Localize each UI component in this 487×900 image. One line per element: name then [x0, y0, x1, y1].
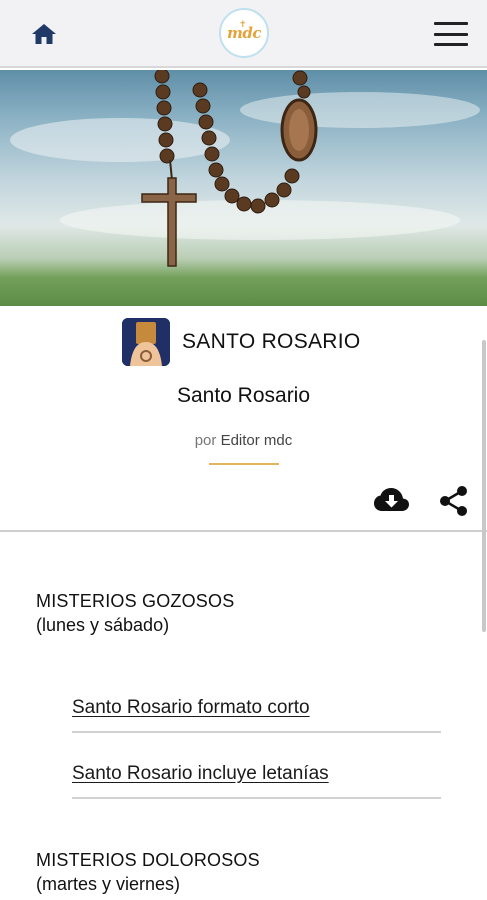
home-button[interactable]: [28, 18, 60, 50]
share-icon: [440, 486, 467, 516]
menu-line: [434, 22, 468, 25]
link-label[interactable]: Santo Rosario incluye letanías: [72, 763, 329, 785]
logo-cross-icon: ✝: [239, 19, 247, 29]
section-title-gozosos: MISTERIOS GOZOSOS: [36, 591, 235, 611]
rosary-illustration: [10, 70, 480, 267]
menu-line: [434, 32, 468, 36]
home-icon: [32, 24, 56, 44]
scrollbar[interactable]: [482, 340, 486, 632]
hero-image: [0, 70, 487, 306]
link-item[interactable]: Santo Rosario formato corto: [72, 697, 441, 733]
praying-hands-rosary-icon: [122, 318, 170, 366]
section-divider: [0, 530, 487, 532]
share-button[interactable]: [436, 484, 470, 518]
section-days-dolorosos: (martes y viernes): [36, 874, 181, 894]
cloud-download-icon: [374, 488, 409, 511]
author-prefix: por: [194, 432, 217, 449]
author-name[interactable]: Editor mdc: [221, 432, 293, 449]
top-app-bar: ✝ mdc: [0, 0, 487, 68]
category-header: SANTO ROSARIO: [122, 318, 361, 366]
section-title-dolorosos: MISTERIOS DOLOROSOS: [36, 850, 260, 870]
author-line: por Editor mdc: [0, 432, 487, 449]
mdc-logo[interactable]: ✝ mdc: [219, 8, 269, 58]
post-title: Santo Rosario: [176, 384, 311, 407]
author-accent-divider: [209, 463, 279, 465]
menu-line: [434, 43, 468, 46]
category-title: SANTO ROSARIO: [182, 330, 361, 353]
download-button[interactable]: [374, 486, 410, 516]
link-label[interactable]: Santo Rosario formato corto: [72, 697, 310, 719]
menu-button[interactable]: [434, 20, 468, 48]
link-item[interactable]: Santo Rosario incluye letanías: [72, 763, 441, 799]
section-days-gozosos: (lunes y sábado): [36, 615, 170, 635]
